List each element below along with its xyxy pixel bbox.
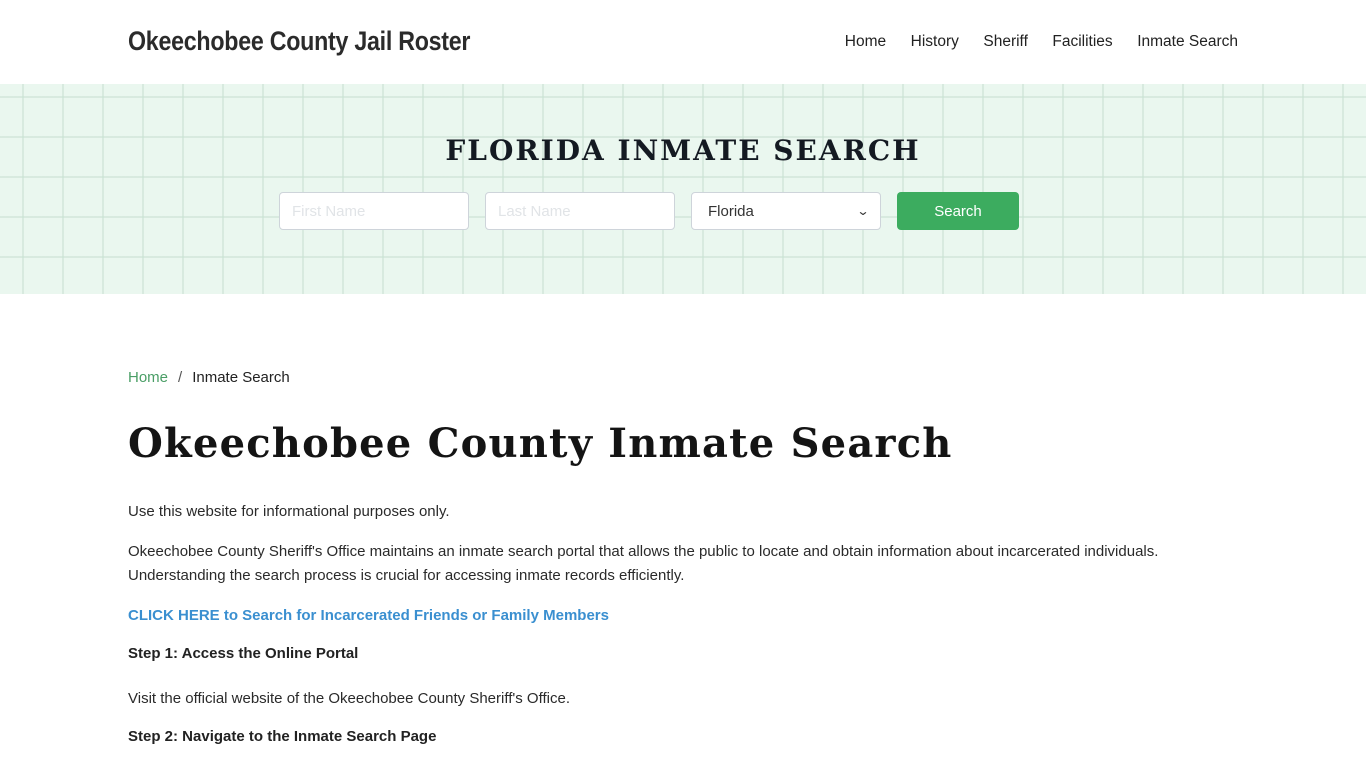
main-nav: Home History Sheriff Facilities Inmate S…: [820, 33, 1238, 51]
last-name-input[interactable]: [485, 192, 675, 230]
step2-heading: Step 2: Navigate to the Inmate Search Pa…: [128, 728, 437, 745]
breadcrumb: Home / Inmate Search: [128, 369, 290, 386]
inmate-search-form: Florida ⌄ Search: [279, 192, 1019, 230]
nav-sheriff[interactable]: Sheriff: [983, 33, 1028, 51]
chevron-down-icon: ⌄: [856, 204, 870, 218]
state-select-value: Florida: [708, 202, 754, 220]
search-button[interactable]: Search: [897, 192, 1019, 230]
site-brand[interactable]: Okeechobee County Jail Roster: [128, 26, 470, 57]
nav-facilities[interactable]: Facilities: [1052, 33, 1112, 51]
nav-home[interactable]: Home: [845, 33, 886, 51]
intro-text: Use this website for informational purpo…: [128, 503, 450, 520]
step1-text: Visit the official website of the Okeech…: [128, 690, 571, 707]
breadcrumb-current: Inmate Search: [192, 369, 290, 386]
description-paragraph: Okeechobee County Sheriff's Office maint…: [128, 543, 1159, 584]
first-name-input[interactable]: [279, 192, 469, 230]
page-title: Okeechobee County Inmate Search: [128, 420, 953, 467]
site-header: Okeechobee County Jail Roster Home Histo…: [0, 0, 1366, 84]
breadcrumb-home[interactable]: Home: [128, 369, 168, 386]
search-hero: FLORIDA INMATE SEARCH Florida ⌄ Search: [0, 84, 1366, 294]
hero-title: FLORIDA INMATE SEARCH: [445, 134, 921, 167]
state-select[interactable]: Florida ⌄: [691, 192, 881, 230]
search-cta-link[interactable]: CLICK HERE to Search for Incarcerated Fr…: [128, 604, 609, 628]
nav-inmate-search[interactable]: Inmate Search: [1137, 33, 1238, 51]
nav-history[interactable]: History: [911, 33, 959, 51]
step1-heading: Step 1: Access the Online Portal: [128, 645, 359, 662]
breadcrumb-separator: /: [178, 369, 183, 386]
